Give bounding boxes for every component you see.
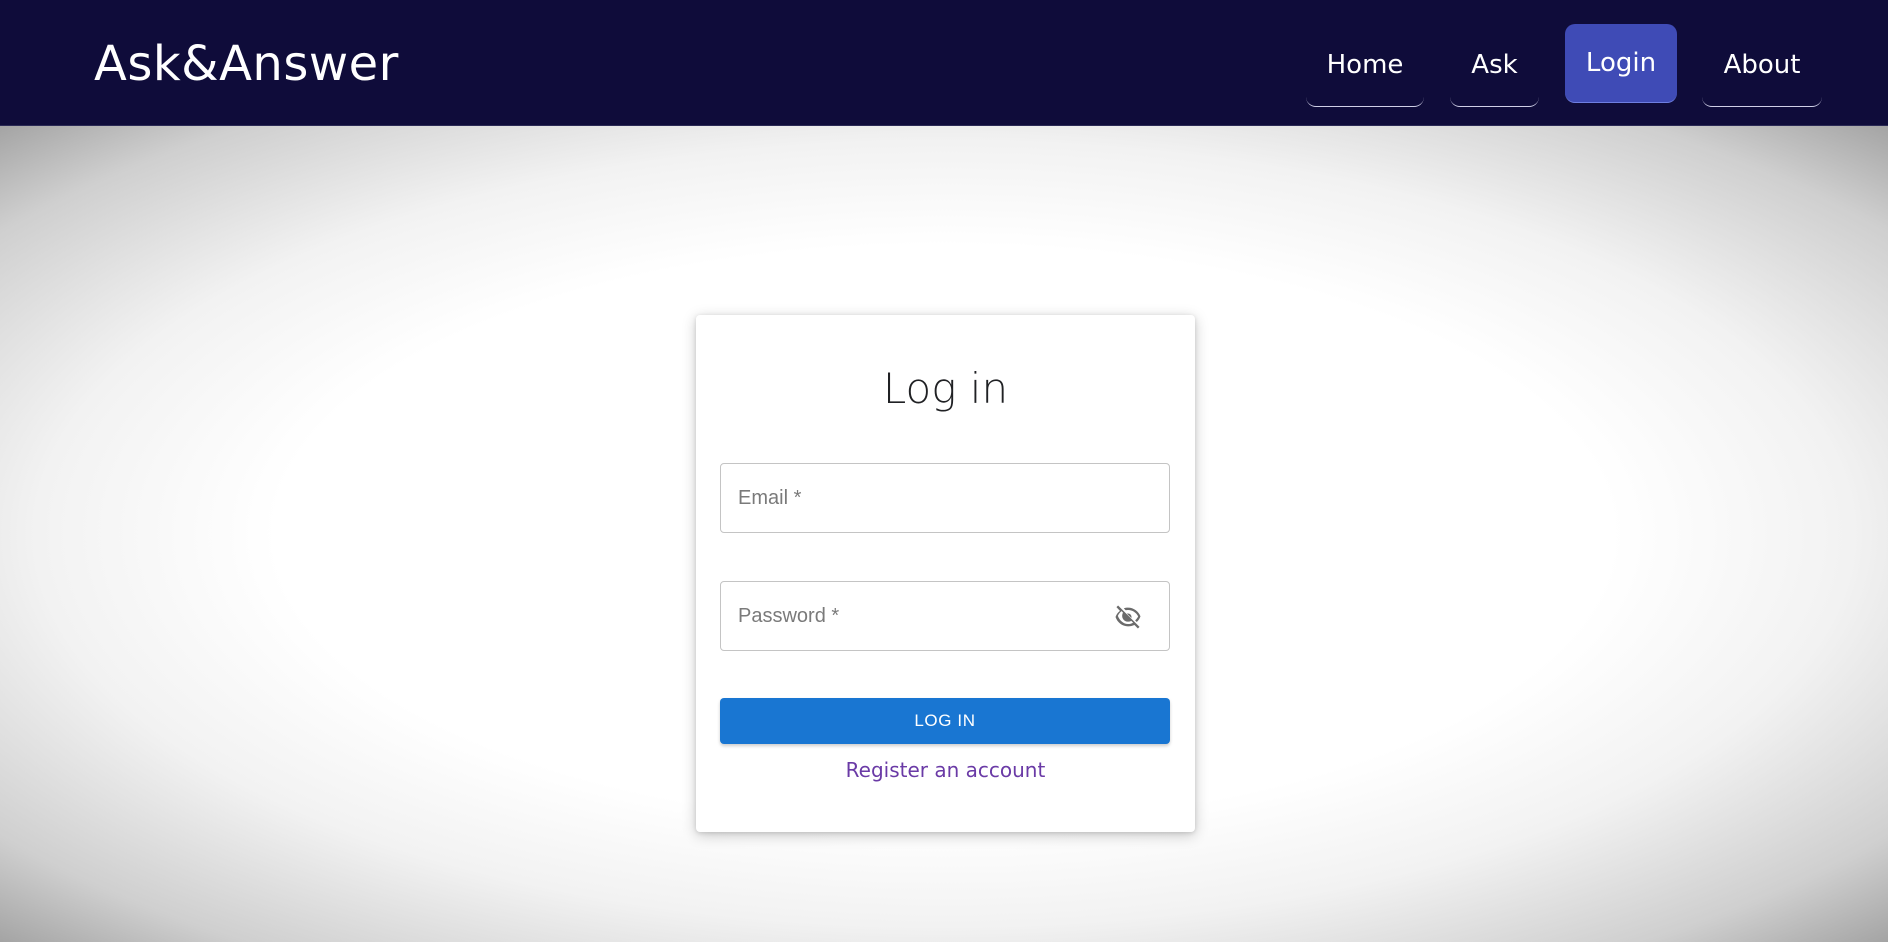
nav-item-ask[interactable]: Ask — [1450, 24, 1539, 107]
nav-item-login[interactable]: Login — [1565, 24, 1677, 103]
nav-item-label: About — [1723, 50, 1801, 80]
nav-item-label: Home — [1326, 50, 1404, 80]
nav-item-home[interactable]: Home — [1306, 24, 1424, 107]
login-button-label: LOG IN — [914, 711, 976, 730]
nav-item-about[interactable]: About — [1702, 24, 1822, 107]
nav-item-label: Login — [1585, 48, 1657, 78]
eye-off-icon[interactable] — [1113, 602, 1143, 632]
register-link-container: Register an account — [696, 756, 1195, 784]
email-input[interactable] — [721, 464, 1169, 532]
email-field — [720, 463, 1170, 533]
password-input[interactable] — [721, 582, 1169, 650]
top-navbar: Ask&Answer Home Ask Login About — [0, 0, 1888, 126]
main-content: Log in LOG IN Register an account — [0, 126, 1888, 942]
password-field — [720, 581, 1170, 651]
brand-logo[interactable]: Ask&Answer — [94, 34, 399, 94]
register-link[interactable]: Register an account — [846, 758, 1046, 782]
nav-item-label: Ask — [1471, 50, 1518, 80]
login-button[interactable]: LOG IN — [720, 698, 1170, 744]
login-card: Log in LOG IN Register an account — [696, 315, 1195, 832]
login-title: Log in — [882, 364, 1009, 413]
